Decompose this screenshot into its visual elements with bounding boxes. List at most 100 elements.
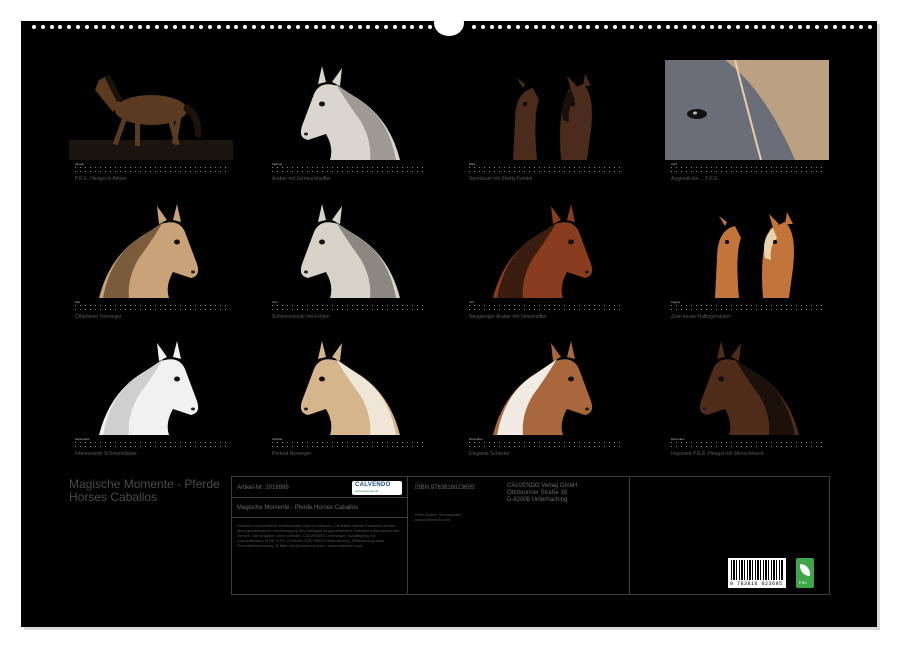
photo-caption: Ölfarbener Norweger (75, 314, 122, 320)
month-label: August (671, 300, 680, 304)
binding-hole (419, 25, 423, 29)
binding-hole (824, 25, 828, 29)
date-strip (469, 167, 621, 173)
horse-head-icon (266, 198, 430, 298)
binding-hole (815, 25, 819, 29)
binding-hole (428, 25, 432, 29)
binding-hole (674, 25, 678, 29)
binding-hole (111, 25, 115, 29)
cover-title: Magische Momente - Pferde Horses Caballo… (69, 478, 229, 504)
binding-hole (490, 25, 494, 29)
date-strip (469, 305, 621, 311)
binding-hole (578, 25, 582, 29)
date-strip (671, 442, 823, 448)
publisher-street: Ottobrunner Straße 38 (507, 490, 567, 496)
leaf-icon (800, 564, 810, 576)
binding-hole (534, 25, 538, 29)
binding-hole (358, 25, 362, 29)
binding-hole (58, 25, 62, 29)
date-strip (671, 305, 823, 311)
horse-eye-icon (665, 60, 829, 160)
photo-caption: Elegante Schecke (469, 451, 509, 457)
barcode-bars (731, 560, 783, 580)
badge-label: FSC (799, 580, 807, 585)
photo-caption: Neugieriger Araber mit Showhalfter (469, 314, 547, 320)
divider (232, 497, 407, 498)
horse-pair-icon (665, 198, 829, 298)
binding-hole (648, 25, 652, 29)
isbn: ISBN 9783816023695 (415, 485, 474, 491)
month-label: September (75, 437, 90, 441)
binding-hole (736, 25, 740, 29)
logo-text: CALVENDO (355, 482, 391, 488)
subtitle: Magische Momente - Pferde Horses Caballo… (237, 505, 358, 511)
binding-hole (868, 25, 872, 29)
date-strip (272, 305, 424, 311)
binding-hole (762, 25, 766, 29)
barcode: 9 783816 023695 (728, 558, 786, 588)
binding-hole (32, 25, 36, 29)
calvendo-logo: CALVENDO www.calvendo.de (352, 481, 402, 495)
binding-hole (85, 25, 89, 29)
article-number: Artikel-Nr: 2016999 (237, 485, 289, 491)
binding-hole (780, 25, 784, 29)
date-strip (75, 305, 227, 311)
binding-hole (190, 25, 194, 29)
binding-hole (613, 25, 617, 29)
binding-hole (657, 25, 661, 29)
binding-hole (234, 25, 238, 29)
binding-hole (41, 25, 45, 29)
photo-caption: P.R.E. Hengst in Aktion (75, 176, 126, 182)
binding-hole (340, 25, 344, 29)
binding-hole (331, 25, 335, 29)
fsc-badge: FSC (796, 558, 814, 588)
binding-hole (278, 25, 282, 29)
binding-hole (402, 25, 406, 29)
binding-hole (622, 25, 626, 29)
horse-head-icon (69, 198, 233, 298)
binding-hole (498, 25, 502, 29)
binding-hole (164, 25, 168, 29)
binding-hole (120, 25, 124, 29)
binding-hole (102, 25, 106, 29)
horse-head-icon (463, 198, 627, 298)
month-label: Mai (75, 300, 80, 304)
month-label: April (671, 162, 677, 166)
binding-hole (771, 25, 775, 29)
binding-hole (208, 25, 212, 29)
divider (232, 517, 407, 518)
barcode-number: 9 783816 023695 (730, 581, 783, 587)
binding-hole (146, 25, 150, 29)
photo-caption: Araber mit Schmuckhalfter (272, 176, 331, 182)
horse-head-icon (69, 335, 233, 435)
binding-hole (199, 25, 203, 29)
info-box: Artikel-Nr: 2016999 CALVENDO www.calvend… (231, 476, 830, 595)
binding-hole (349, 25, 353, 29)
horse-pair-icon (463, 60, 627, 160)
photo-caption: Sportstute mit Shetty-Fohlen (469, 176, 532, 182)
binding-hole (155, 25, 159, 29)
month-label: Juli (469, 300, 474, 304)
horse-head-icon (665, 335, 829, 435)
photo-caption: Zwei kesse Haflingerstuten (671, 314, 731, 320)
hanger-hole (434, 10, 464, 36)
divider (629, 477, 630, 594)
binding-hole (798, 25, 802, 29)
binding-hole (217, 25, 221, 29)
binding-hole (173, 25, 177, 29)
binding-hole (745, 25, 749, 29)
photographer-url: www.edtierfoto.com (415, 517, 450, 522)
binding-hole (806, 25, 810, 29)
binding-hole (322, 25, 326, 29)
horse-full-body-icon (69, 60, 233, 160)
horse-head-icon (266, 60, 430, 160)
month-label: März (469, 162, 476, 166)
binding-hole (710, 25, 714, 29)
month-label: Dezember (671, 437, 685, 441)
binding-hole (94, 25, 98, 29)
horse-head-icon (266, 335, 430, 435)
binding-hole (630, 25, 634, 29)
binding-hole (270, 25, 274, 29)
month-label: Januar (75, 162, 84, 166)
binding-hole (754, 25, 758, 29)
